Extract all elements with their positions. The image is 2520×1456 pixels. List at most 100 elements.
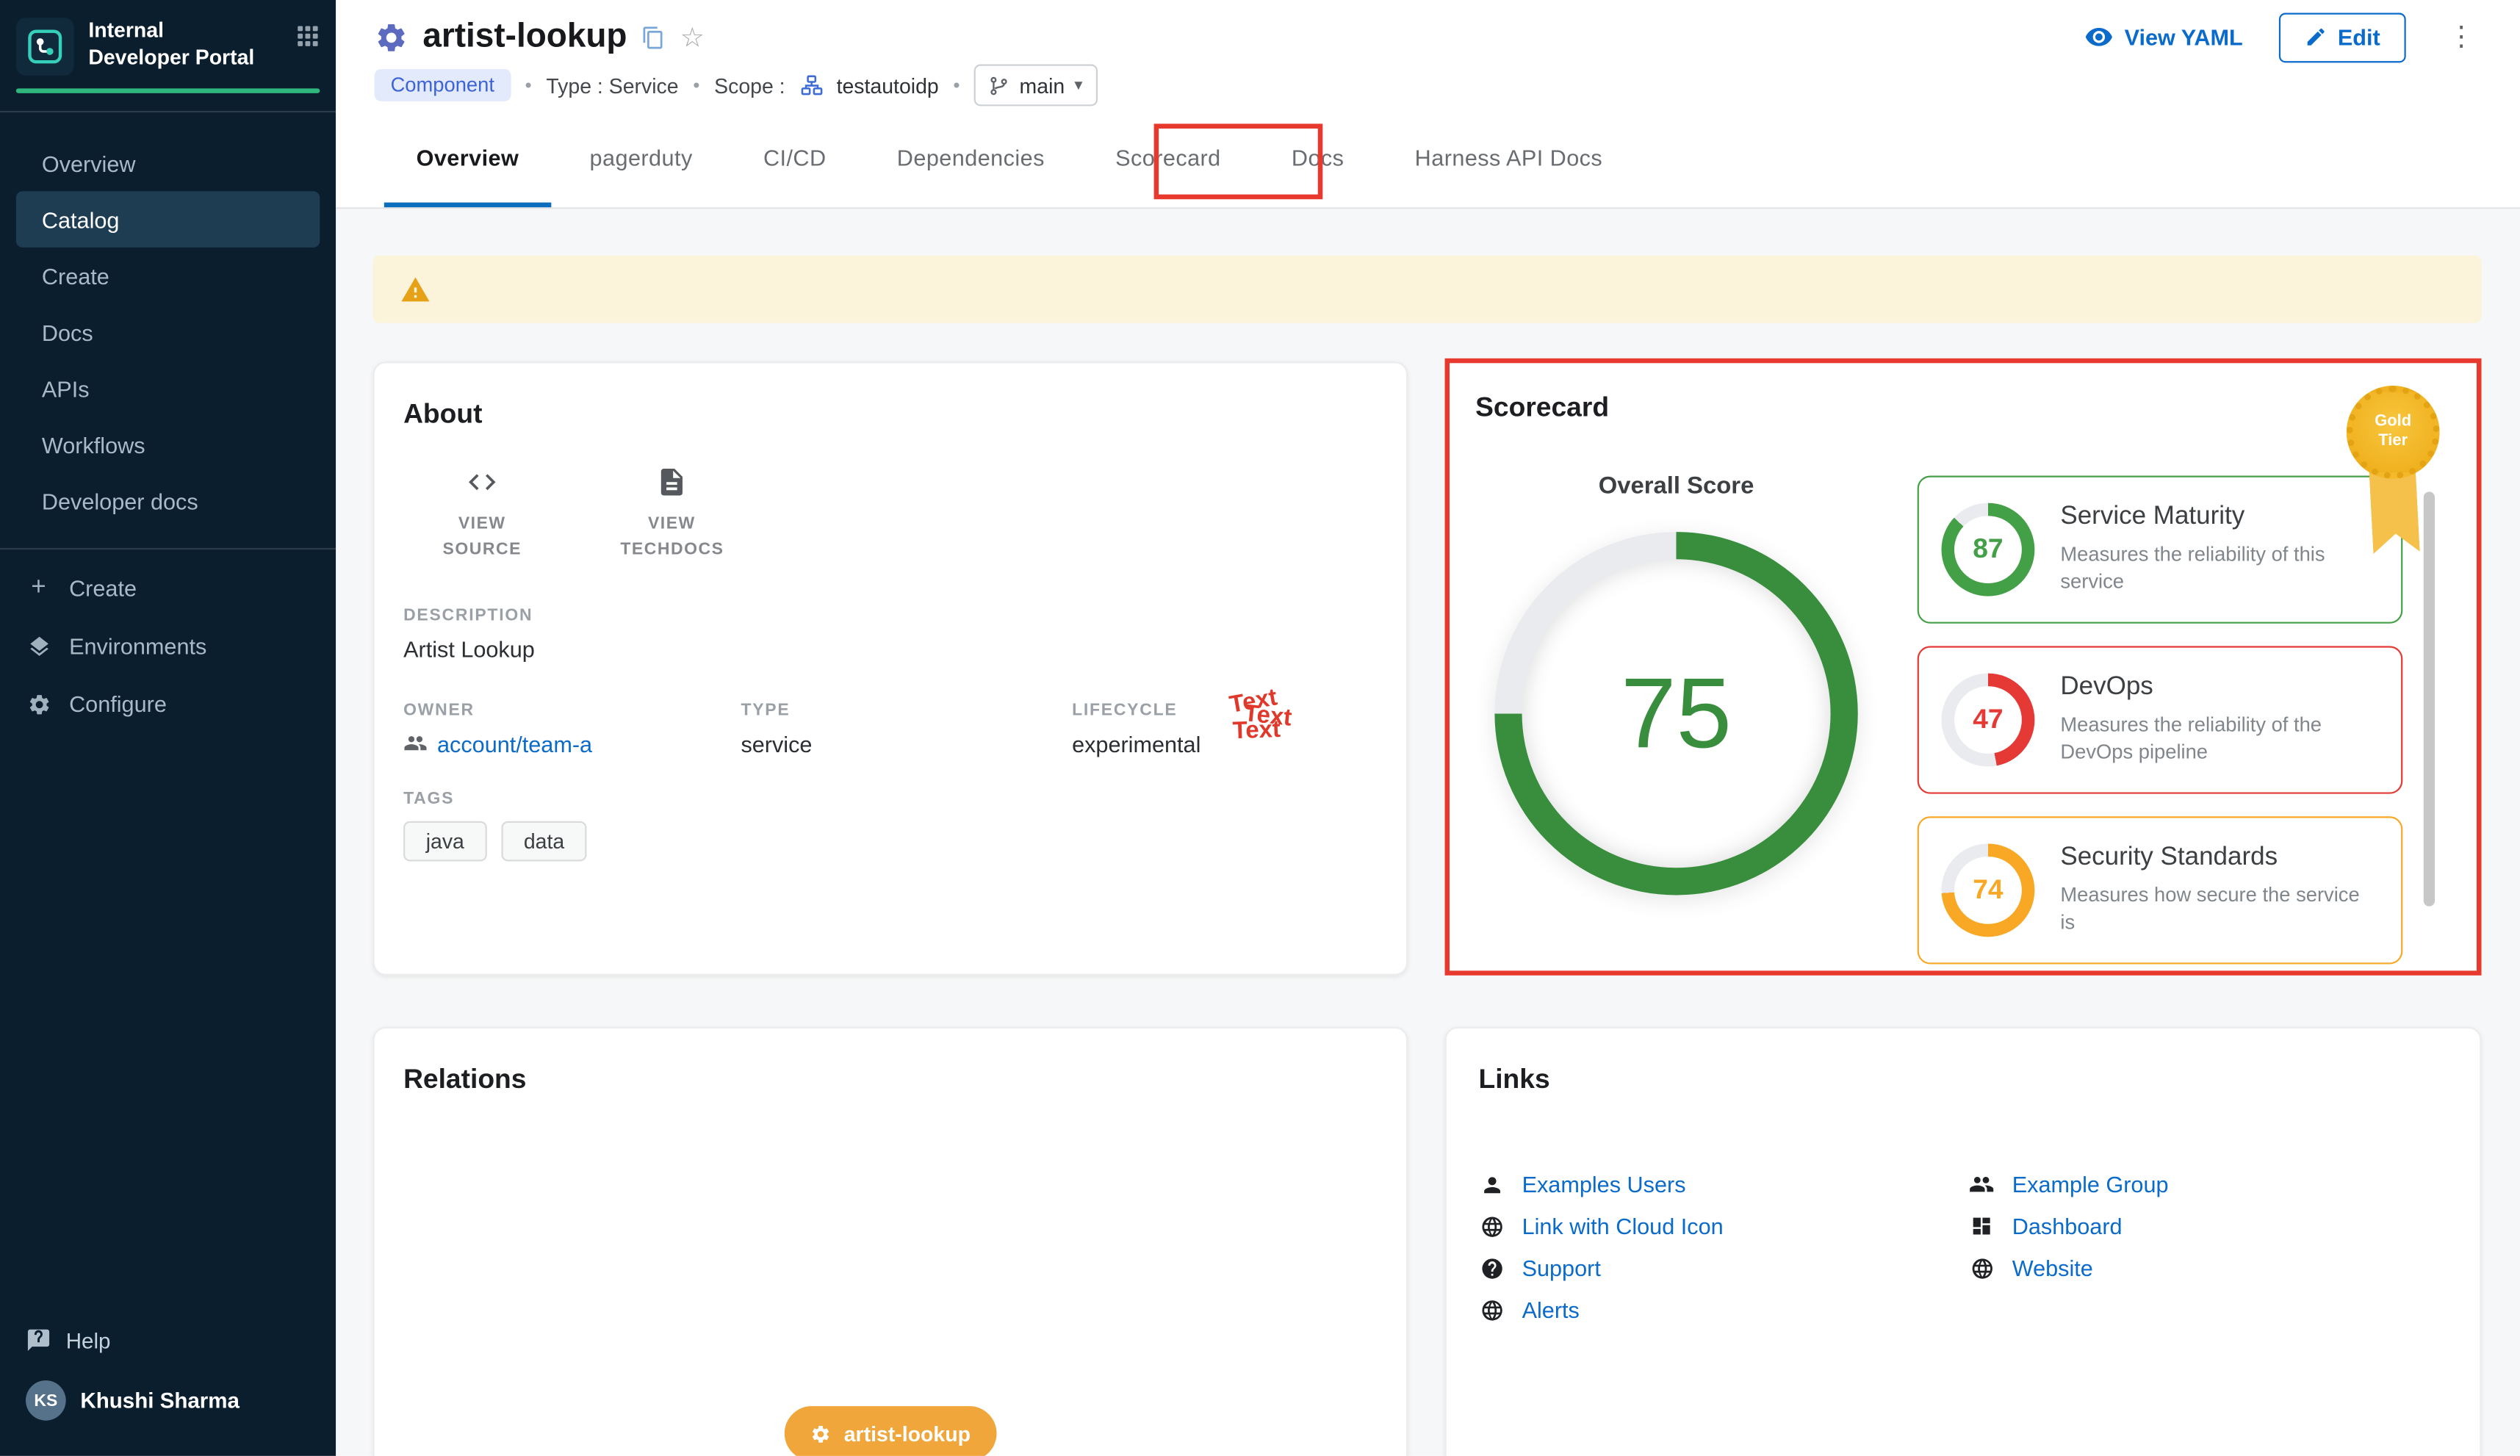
tab-harness-api-docs[interactable]: Harness API Docs [1380, 106, 1638, 207]
group-icon [403, 731, 428, 755]
score-gauge: 87 [1942, 503, 2035, 597]
tab-docs[interactable]: Docs [1256, 106, 1380, 207]
sidebar-action-create-label: Create [69, 575, 137, 601]
screenshot-viewport: Internal Developer Portal Overview Catal… [0, 0, 2520, 1456]
tags-label: TAGS [403, 788, 1378, 807]
link-label[interactable]: Example Group [2012, 1172, 2169, 1197]
scorecard-card: Scorecard Gold Tier Overall Score [1450, 363, 2477, 970]
view-yaml-button[interactable]: View YAML [2084, 23, 2243, 51]
scope-value[interactable]: testautoidp [837, 73, 939, 98]
favorite-star-icon[interactable]: ☆ [680, 24, 705, 51]
score-item-security-standards[interactable]: 74 Security Standards Measures how secur… [1918, 816, 2403, 964]
link-label[interactable]: Dashboard [2012, 1214, 2123, 1239]
view-source-button[interactable]: VIEW SOURCE [420, 466, 545, 563]
node-gear-icon [810, 1423, 831, 1444]
sidebar-item-catalog[interactable]: Catalog [16, 191, 320, 248]
tab-dependencies[interactable]: Dependencies [862, 106, 1080, 207]
sidebar-item-overview[interactable]: Overview [16, 135, 320, 192]
help-button[interactable]: Help [0, 1314, 336, 1366]
lifecycle-value: experimental [1072, 730, 1378, 756]
warning-icon [400, 274, 431, 305]
sidebar-item-apis[interactable]: APIs [16, 360, 320, 417]
content: About VIEW SOURCE VIEW TECHD [336, 209, 2520, 1456]
document-icon [656, 466, 688, 498]
separator-dot-icon: • [953, 74, 960, 97]
help-chat-icon [26, 1327, 51, 1353]
branch-select[interactable]: main ▾ [974, 65, 1097, 107]
score-item-devops[interactable]: 47 DevOps Measures the reliability of th… [1918, 646, 2403, 793]
overall-score-block: Overall Score 75 [1475, 425, 1877, 895]
sidebar-item-workflows[interactable]: Workflows [16, 417, 320, 473]
link-example-group: Example Group [1969, 1164, 2448, 1205]
link-dashboard: Dashboard [1969, 1205, 2448, 1247]
branch-icon [989, 75, 1009, 95]
user-name: Khushi Sharma [80, 1388, 240, 1413]
user-menu[interactable]: KS Khushi Sharma [0, 1366, 336, 1440]
brand-accent-line [16, 88, 320, 93]
sidebar-action-configure[interactable]: Configure [0, 675, 336, 733]
users-icon [1969, 1172, 1995, 1197]
tag-chip-data[interactable]: data [501, 821, 587, 861]
link-examples-users: Examples Users [1479, 1164, 1969, 1205]
apps-grid-icon[interactable] [296, 24, 320, 48]
view-source-label: VIEW SOURCE [431, 511, 533, 563]
link-label[interactable]: Link with Cloud Icon [1522, 1214, 1724, 1239]
copy-icon[interactable] [641, 25, 666, 49]
sidebar-action-configure-label: Configure [69, 691, 167, 717]
main-area: artist-lookup ☆ View YAML [336, 0, 2520, 1456]
kind-badge: Component [375, 69, 511, 101]
globe-icon [1969, 1255, 1995, 1280]
sidebar-divider-2 [0, 548, 336, 549]
dashboard-icon [1969, 1214, 1995, 1239]
score-gauge: 74 [1942, 843, 2035, 937]
user-icon [1479, 1172, 1505, 1197]
owner-link[interactable]: account/team-a [437, 730, 592, 756]
scrollbar-thumb[interactable] [2424, 491, 2435, 906]
sidebar-action-create[interactable]: + Create [0, 559, 336, 617]
tab-scorecard[interactable]: Scorecard [1080, 106, 1256, 207]
score-item-service-maturity[interactable]: 87 Service Maturity Measures the reliabi… [1918, 476, 2403, 624]
sidebar-item-docs[interactable]: Docs [16, 303, 320, 360]
link-label[interactable]: Website [2012, 1255, 2093, 1280]
type-field: TYPE service [741, 700, 1072, 757]
sidebar-item-developer-docs[interactable]: Developer docs [16, 472, 320, 529]
sidebar-item-create[interactable]: Create [16, 248, 320, 304]
overall-score-label: Overall Score [1475, 472, 1877, 500]
code-icon [466, 466, 498, 498]
score-description: Measures how secure the service is [2060, 882, 2378, 938]
sidebar-action-environments[interactable]: Environments [0, 617, 336, 675]
link-website: Website [1969, 1247, 2448, 1289]
description-label: DESCRIPTION [403, 605, 1378, 624]
view-techdocs-button[interactable]: VIEW TECHDOCS [609, 466, 735, 563]
links-card: Links Examples Users [1445, 1027, 2482, 1456]
tab-bar: Overview pagerduty CI/CD Dependencies Sc… [336, 106, 2520, 209]
eye-icon [2084, 23, 2113, 51]
link-cloud-icon: Link with Cloud Icon [1479, 1205, 1969, 1247]
owner-field: OWNER account/team-a [403, 700, 741, 757]
component-gear-icon [375, 20, 408, 54]
scorecard-title: Scorecard [1475, 392, 2451, 425]
app-root: Internal Developer Portal Overview Catal… [0, 0, 2520, 1456]
pencil-icon [2304, 26, 2327, 48]
tab-overview[interactable]: Overview [381, 106, 554, 207]
score-description: Measures the reliability of this service [2060, 541, 2378, 597]
link-alerts: Alerts [1479, 1289, 1969, 1330]
link-label[interactable]: Support [1522, 1255, 1601, 1280]
entity-header: artist-lookup ☆ View YAML [336, 0, 2520, 209]
owner-label: OWNER [403, 700, 741, 719]
tag-chip-java[interactable]: java [403, 821, 486, 861]
tab-cicd[interactable]: CI/CD [728, 106, 862, 207]
tab-pagerduty[interactable]: pagerduty [554, 106, 727, 207]
relations-node-artist-lookup[interactable]: artist-lookup [785, 1406, 996, 1456]
more-options-icon[interactable]: ⋮ [2441, 21, 2482, 53]
link-label[interactable]: Examples Users [1522, 1172, 1686, 1197]
harness-logo-icon [16, 18, 74, 76]
brand-title: Internal Developer Portal [88, 18, 262, 72]
sidebar-action-environments-label: Environments [69, 633, 206, 659]
link-label[interactable]: Alerts [1522, 1297, 1580, 1322]
edit-button[interactable]: Edit [2278, 12, 2406, 62]
chevron-down-icon: ▾ [1074, 76, 1082, 94]
type-label: TYPE [741, 700, 1072, 719]
sidebar-nav: Overview Catalog Create Docs APIs Workfl… [0, 135, 336, 529]
relations-title: Relations [403, 1064, 1378, 1096]
